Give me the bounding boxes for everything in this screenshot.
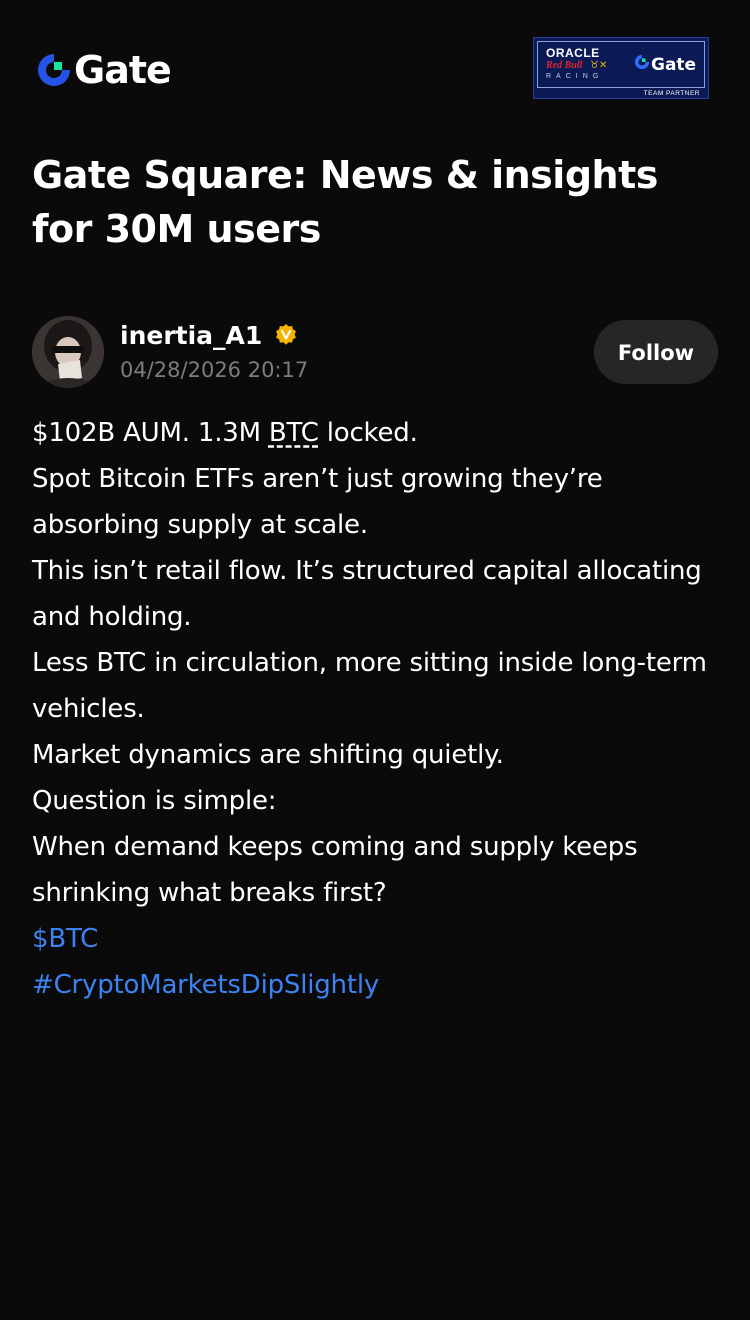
post-line-4: Less BTC in circulation, more sitting in…	[32, 648, 707, 724]
gate-mini-icon	[634, 54, 650, 75]
gate-logo[interactable]: Gate	[36, 48, 172, 92]
team-partner-label: TEAM PARTNER	[643, 90, 700, 97]
redbull-wordmark: Red Bull	[546, 60, 583, 71]
post-line-3: This isn’t retail flow. It’s structured …	[32, 556, 702, 632]
top-header: Gate ORACLE Red Bull ♉✕ RACING Gate TEAM…	[0, 0, 750, 140]
gate-logo-icon	[36, 52, 72, 88]
post-body: $102B AUM. 1.3M BTC locked. Spot Bitcoin…	[32, 410, 732, 1008]
post-line-5: Market dynamics are shifting quietly.	[32, 740, 504, 770]
post-timestamp: 04/28/2026 20:17	[120, 358, 309, 382]
badge-gate-text: Gate	[651, 54, 697, 75]
author-name[interactable]: inertia_A1	[120, 321, 262, 350]
badge-frame: ORACLE Red Bull ♉✕ RACING Gate	[537, 41, 705, 88]
avatar[interactable]	[32, 316, 104, 388]
post-line-2: Spot Bitcoin ETFs aren’t just growing th…	[32, 464, 603, 540]
author-name-line: inertia_A1	[120, 318, 298, 352]
page-title: Gate Square: News & insights for 30M use…	[32, 153, 658, 251]
post-author: inertia_A1 04/28/2026 20:17 Follow	[32, 316, 718, 388]
hashtag-link[interactable]: #CryptoMarketsDipSlightly	[32, 962, 732, 1008]
post-text: $102B AUM. 1.3M	[32, 418, 269, 448]
badge-gate-logo: Gate	[634, 54, 696, 75]
post-line-6: Question is simple:	[32, 786, 277, 816]
btc-term-link[interactable]: BTC	[269, 418, 319, 448]
bulls-icon: ♉✕	[590, 60, 608, 71]
post-line-1: $102B AUM. 1.3M BTC locked.	[32, 410, 732, 456]
team-partner-badge[interactable]: ORACLE Red Bull ♉✕ RACING Gate TEAM PART…	[533, 37, 709, 99]
follow-button[interactable]: Follow	[594, 320, 718, 384]
oracle-wordmark: ORACLE	[546, 46, 600, 60]
verified-badge-icon	[274, 323, 298, 347]
post-text: locked.	[318, 418, 418, 448]
post-line-7: When demand keeps coming and supply keep…	[32, 832, 638, 908]
cashtag-link[interactable]: $BTC	[32, 916, 732, 962]
racing-wordmark: RACING	[546, 73, 604, 80]
logo-text: Gate	[74, 48, 172, 92]
